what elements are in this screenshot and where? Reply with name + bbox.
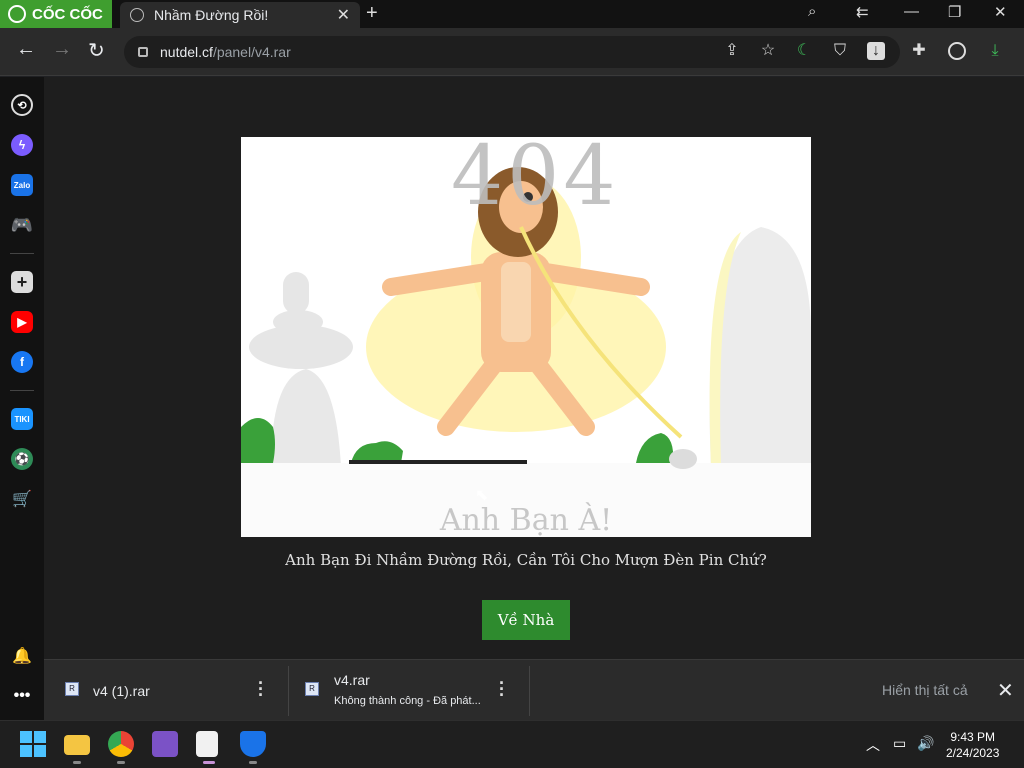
- taskbar-indicator: [203, 761, 215, 764]
- tray-overflow-icon[interactable]: ︿: [866, 735, 880, 755]
- shield-icon[interactable]: ⛉: [831, 42, 849, 60]
- error-code: 404: [451, 137, 620, 224]
- go-home-button[interactable]: Về Nhà: [482, 600, 570, 640]
- tiki-icon[interactable]: TIKI: [11, 408, 33, 430]
- bell-icon[interactable]: 🔔: [11, 645, 33, 667]
- tab-title: Nhầm Đường Rồi!: [154, 7, 269, 23]
- brand-label: CỐC CỐC: [32, 5, 103, 23]
- coccoc-logo-icon: [8, 5, 26, 23]
- taskbar-indicator: [73, 761, 81, 764]
- windows-start-icon[interactable]: [20, 731, 46, 757]
- rar-file-icon: R: [65, 682, 79, 696]
- youtube-icon[interactable]: ▶: [11, 311, 33, 333]
- download-status: Không thành công - Đã phát...: [334, 695, 481, 707]
- toolbar: ← → ↻ nutdel.cf/panel/v4.rar ⇪ ☆ ☾ ⛉ ↓ ✚…: [0, 28, 1024, 76]
- active-tab[interactable]: Nhầm Đường Rồi! ✕: [120, 2, 360, 28]
- download-filename: v4 (1).rar: [93, 683, 150, 699]
- download-item[interactable]: R v4.rar Không thành công - Đã phát... ·…: [289, 660, 529, 721]
- mouse-cursor-icon: ⬉: [475, 487, 489, 504]
- zalo-label: Zalo: [13, 180, 31, 190]
- tab-list-icon[interactable]: ⇇: [856, 3, 869, 21]
- reload-button[interactable]: ↻: [88, 38, 105, 63]
- tab-strip: CỐC CỐC Nhầm Đường Rồi! ✕ + ⌕ ⇇ — ❐ ✕: [0, 0, 1024, 28]
- extensions-icon[interactable]: ✚: [910, 42, 928, 60]
- taskbar-indicator: [117, 761, 125, 764]
- clock-date: 2/24/2023: [946, 746, 1000, 760]
- file-explorer-icon[interactable]: [64, 735, 90, 755]
- messenger-icon[interactable]: ϟ: [11, 134, 33, 156]
- download-divider: [529, 666, 530, 716]
- shopping-cart-icon[interactable]: 🛒: [11, 488, 33, 510]
- error-message: Anh Bạn Đi Nhầm Đường Rồi, Cần Tôi Cho M…: [285, 551, 767, 569]
- error-headline: Anh Bạn À!: [439, 503, 613, 537]
- close-shelf-icon[interactable]: ✕: [997, 678, 1014, 703]
- sidebar-divider: [10, 390, 34, 391]
- facebook-icon[interactable]: f: [11, 351, 33, 373]
- download-menu-icon[interactable]: · · ·: [258, 674, 264, 704]
- downloads-icon[interactable]: ⤓: [986, 42, 1004, 60]
- tiki-label: TIKI: [14, 414, 30, 424]
- search-tabs-icon[interactable]: ⌕: [808, 3, 816, 20]
- history-icon[interactable]: ⟲: [11, 94, 33, 116]
- download-menu-icon[interactable]: · · ·: [499, 674, 505, 704]
- minimize-button[interactable]: —: [904, 3, 919, 20]
- add-icon[interactable]: +: [11, 271, 33, 293]
- profile-icon[interactable]: [948, 42, 966, 60]
- close-window-button[interactable]: ✕: [994, 3, 1007, 21]
- defender-shield-icon[interactable]: [240, 731, 266, 757]
- url-host: nutdel.cf: [160, 44, 213, 60]
- restore-button[interactable]: ❐: [948, 3, 961, 21]
- coccoc-menu-button[interactable]: CỐC CỐC: [0, 0, 112, 28]
- sidebar: ⟲ ϟ Zalo 🎮 + ▶ f TIKI ⚽ 🛒 🔔 •••: [0, 77, 44, 720]
- new-tab-button[interactable]: +: [366, 2, 378, 25]
- download-filename: v4.rar: [334, 672, 370, 688]
- document-icon[interactable]: [196, 731, 218, 757]
- lock-icon[interactable]: [138, 47, 148, 57]
- address-bar[interactable]: nutdel.cf/panel/v4.rar: [124, 36, 900, 68]
- bookmark-star-icon[interactable]: ☆: [759, 42, 777, 60]
- zalo-icon[interactable]: Zalo: [11, 174, 33, 196]
- back-button[interactable]: ←: [16, 38, 36, 61]
- download-shelf: R v4 (1).rar · · · R v4.rar Không thành cô…: [44, 659, 1024, 720]
- taskbar-indicator: [249, 761, 257, 764]
- forward-button[interactable]: →: [52, 38, 72, 61]
- volume-icon[interactable]: 🔊: [917, 735, 934, 752]
- chrome-icon[interactable]: [108, 731, 134, 757]
- dark-mode-icon[interactable]: ☾: [795, 42, 813, 60]
- page-content: 404 Anh Bạn À! Anh Bạn Đi Nhầm Đường Rồi…: [44, 77, 1024, 659]
- clock-time: 9:43 PM: [950, 730, 996, 744]
- more-icon[interactable]: •••: [11, 685, 33, 707]
- url-path: /panel/v4.rar: [212, 44, 291, 60]
- tab-close-icon[interactable]: ✕: [337, 5, 350, 25]
- error-illustration: 404 Anh Bạn À!: [241, 137, 811, 537]
- rar-file-icon: R: [305, 682, 319, 696]
- savior-download-icon[interactable]: ↓: [867, 42, 885, 60]
- windows-taskbar: ︿ ▭ 🔊 9:43 PM 2/24/2023: [0, 720, 1024, 768]
- game-controller-icon[interactable]: 🎮: [11, 214, 33, 236]
- show-all-downloads-link[interactable]: Hiển thị tất cả: [882, 682, 968, 698]
- globe-icon: [130, 8, 144, 22]
- download-item[interactable]: R v4 (1).rar · · ·: [44, 660, 288, 721]
- football-icon[interactable]: ⚽: [11, 448, 33, 470]
- visual-studio-icon[interactable]: [152, 731, 178, 757]
- system-clock[interactable]: 9:43 PM 2/24/2023: [946, 729, 999, 761]
- share-icon[interactable]: ⇪: [723, 42, 741, 60]
- network-icon[interactable]: ▭: [893, 735, 906, 752]
- sidebar-divider: [10, 253, 34, 254]
